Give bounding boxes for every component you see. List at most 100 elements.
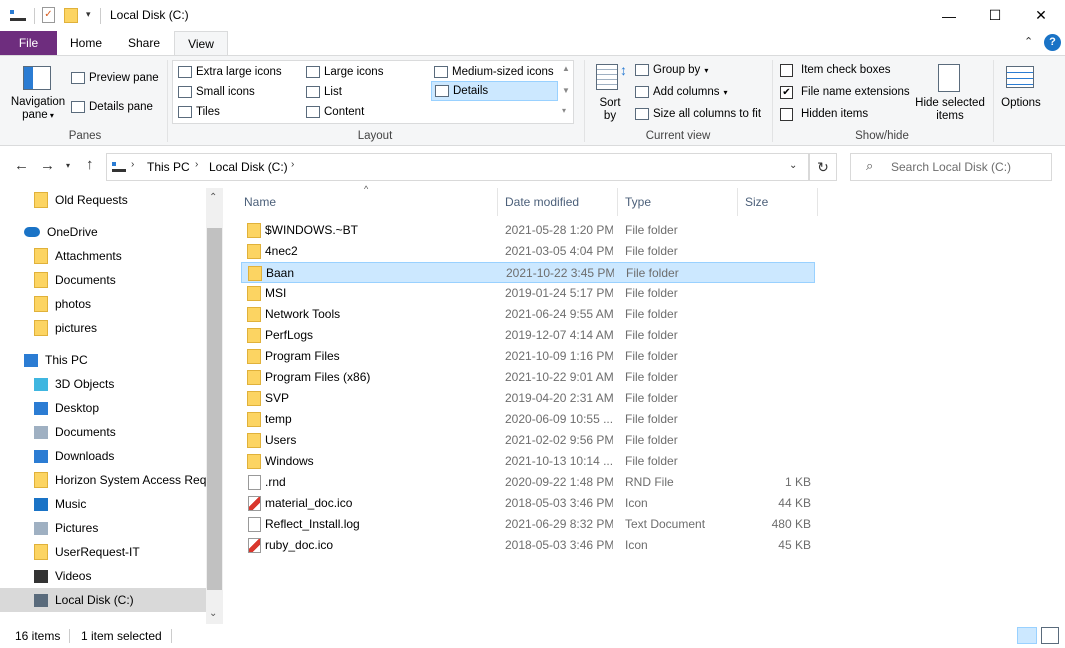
tab-share[interactable]: Share [115,31,173,55]
cell-size: 44 KB [778,496,811,510]
nav-item[interactable]: Local Disk (D:) [0,612,206,618]
sort-by-label: Sort by [599,97,621,122]
maximize-button[interactable]: ☐ [972,0,1018,31]
table-row[interactable]: Program Files 2021-10-09 1:16 PM File fold… [241,346,815,367]
search-input[interactable]: Search Local Disk (C:) [891,160,1011,174]
layout-details[interactable]: Details [431,81,558,101]
nav-item[interactable]: OneDrive [0,220,206,244]
table-row[interactable]: Program Files (x86) 2021-10-22 9:01 AM Fil… [241,367,815,388]
column-header-name[interactable]: Name [238,188,498,216]
cell-date: 2019-04-20 2:31 AM [505,391,613,405]
item-check-boxes-toggle[interactable]: Item check boxes [780,61,890,79]
table-row[interactable]: Baan 2021-10-22 3:45 PM File folder [241,262,815,283]
collapse-ribbon-icon[interactable]: ⌃ [1024,35,1033,48]
table-row[interactable]: SVP 2019-04-20 2:31 AM File folder [241,388,815,409]
hidden-items-checkbox[interactable] [780,107,793,121]
breadcrumb-local-disk[interactable]: Local Disk (C:) [209,160,288,174]
file-name-extensions-toggle[interactable]: ✔ File name extensions [780,83,910,101]
layout-medium-icons[interactable]: Medium-sized icons [434,63,554,81]
nav-item[interactable]: This PC [0,348,206,372]
table-row[interactable]: 4nec2 2021-03-05 4:04 PM File folder [241,241,815,262]
column-header-date[interactable]: Date modified [499,188,618,216]
properties-icon[interactable]: ✓ [42,7,55,23]
layout-extra-large-icons[interactable]: Extra large icons [178,63,282,81]
ribbon-separator [167,60,168,142]
table-row[interactable]: Users 2021-02-02 9:56 PM File folder [241,430,815,451]
nav-item[interactable]: UserRequest-IT [0,540,206,564]
table-row[interactable]: PerfLogs 2019-12-07 4:14 AM File folder [241,325,815,346]
nav-item[interactable]: Documents [0,268,206,292]
table-row[interactable]: Network Tools 2021-06-24 9:55 AM File fold… [241,304,815,325]
add-columns-button[interactable]: Add columns ▾ [635,83,728,101]
large-icons-view-icon[interactable] [1041,627,1059,644]
preview-pane-button[interactable]: Preview pane [71,69,159,87]
nav-item[interactable]: Horizon System Access Requ [0,468,206,492]
table-row[interactable]: temp 2020-06-09 10:55 ... File folder [241,409,815,430]
hidden-items-toggle[interactable]: Hidden items [780,105,868,123]
nav-item[interactable]: Music [0,492,206,516]
column-header-size[interactable]: Size [739,188,818,216]
table-row[interactable]: .rnd 2020-09-22 1:48 PM RND File 1 KB [241,472,815,493]
table-row[interactable]: MSI 2019-01-24 5:17 PM File folder [241,283,815,304]
nav-item[interactable]: Videos [0,564,206,588]
nav-item[interactable]: Attachments [0,244,206,268]
scroll-down-icon[interactable]: ⌄ [209,608,217,619]
options-button[interactable]: Options [998,97,1044,110]
nav-item[interactable]: photos [0,292,206,316]
search-icon: ⌕ [866,158,874,173]
size-columns-button[interactable]: Size all columns to fit [635,105,761,123]
minimize-button[interactable]: — [926,0,972,31]
cell-type: Text Document [625,517,706,531]
forward-button[interactable]: → [40,157,55,174]
tab-file[interactable]: File [0,31,57,55]
sort-by-icon [596,64,618,90]
nav-item[interactable]: Downloads [0,444,206,468]
help-icon[interactable]: ? [1044,34,1061,51]
table-row[interactable]: Reflect_Install.log 2021-06-29 8:32 PM Tex… [241,514,815,535]
new-folder-icon[interactable] [64,8,78,23]
refresh-button[interactable]: ↻ [809,153,837,181]
table-row[interactable]: ruby_doc.ico 2018-05-03 3:46 PM Icon 45 KB [241,535,815,556]
add-columns-label: Add columns [653,86,720,98]
sort-by-button[interactable]: Sort by [594,97,626,123]
nav-item[interactable]: Desktop [0,396,206,420]
layout-more-icon[interactable]: ▾ [562,106,566,115]
layout-tiles[interactable]: Tiles [178,103,220,121]
layout-content[interactable]: Content [306,103,364,121]
tab-home[interactable]: Home [57,31,115,55]
nav-item[interactable]: Old Requests [0,188,206,212]
recent-locations-icon[interactable]: ▾ [66,161,70,170]
nav-item[interactable]: 3D Objects [0,372,206,396]
navigation-pane-button[interactable]: Navigation pane ▾ [8,96,68,126]
nav-item[interactable]: Local Disk (C:) [0,588,206,612]
scroll-up-icon[interactable]: ⌃ [209,192,217,203]
table-row[interactable]: material_doc.ico 2018-05-03 3:46 PM Icon 44… [241,493,815,514]
breadcrumb-this-pc[interactable]: This PC [147,160,190,174]
nav-item[interactable]: Pictures [0,516,206,540]
layout-small-icons[interactable]: Small icons [178,83,255,101]
cell-type: File folder [625,349,678,363]
quick-access-dropdown-icon[interactable]: ▾ [86,9,91,20]
details-pane-button[interactable]: Details pane [71,98,153,116]
layout-scroll-up-icon[interactable]: ▲ [562,64,570,73]
layout-large-icons[interactable]: Large icons [306,63,383,81]
group-by-button[interactable]: Group by ▾ [635,61,708,79]
item-check-boxes-checkbox[interactable] [780,63,793,77]
column-header-type[interactable]: Type [619,188,738,216]
close-button[interactable]: ✕ [1018,0,1064,31]
layout-list[interactable]: List [306,83,342,101]
up-button[interactable]: ↑ [86,156,94,173]
table-row[interactable]: $WINDOWS.~BT 2021-05-28 1:20 PM File folde… [241,220,815,241]
folder-icon [247,244,261,259]
table-row[interactable]: Windows 2021-10-13 10:14 ... File folder [241,451,815,472]
tab-view[interactable]: View [174,31,228,56]
hide-selected-button[interactable]: Hide selected items [912,97,988,123]
nav-item[interactable]: pictures [0,316,206,340]
back-button[interactable]: ← [14,157,29,174]
nav-scrollbar-thumb[interactable] [207,228,222,590]
nav-item[interactable]: Documents [0,420,206,444]
layout-scroll-down-icon[interactable]: ▼ [562,86,570,95]
file-name-extensions-checkbox[interactable]: ✔ [780,85,793,99]
details-view-icon[interactable] [1017,627,1037,644]
address-dropdown-icon[interactable]: ⌄ [789,160,797,171]
